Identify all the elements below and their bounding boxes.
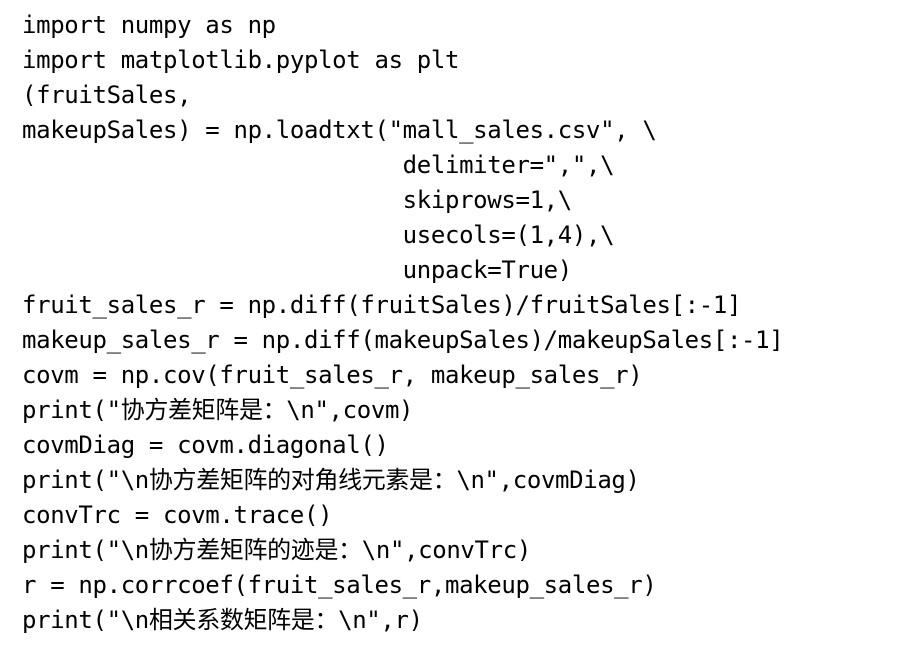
- code-line-12: print("协方差矩阵是：\n",covm): [22, 396, 414, 424]
- code-line-16: print("\n协方差矩阵的迹是：\n",convTrc): [22, 536, 531, 564]
- code-line-5: delimiter=",",\: [22, 151, 615, 179]
- code-block: import numpy as np import matplotlib.pyp…: [0, 0, 915, 658]
- code-line-15: convTrc = covm.trace(): [22, 501, 333, 529]
- code-line-9: fruit_sales_r = np.diff(fruitSales)/frui…: [22, 291, 742, 319]
- code-line-1: import numpy as np: [22, 11, 276, 39]
- code-line-4: makeupSales) = np.loadtxt("mall_sales.cs…: [22, 116, 657, 144]
- code-line-13: covmDiag = covm.diagonal(): [22, 431, 389, 459]
- code-line-3: (fruitSales,: [22, 81, 192, 109]
- code-line-2: import matplotlib.pyplot as plt: [22, 46, 460, 74]
- code-line-14: print("\n协方差矩阵的对角线元素是：\n",covmDiag): [22, 466, 640, 494]
- code-line-17: r = np.corrcoef(fruit_sales_r,makeup_sal…: [22, 571, 657, 599]
- code-line-11: covm = np.cov(fruit_sales_r, makeup_sale…: [22, 361, 643, 389]
- code-line-8: unpack=True): [22, 256, 573, 284]
- code-line-10: makeup_sales_r = np.diff(makeupSales)/ma…: [22, 326, 784, 354]
- code-line-7: usecols=(1,4),\: [22, 221, 615, 249]
- code-line-6: skiprows=1,\: [22, 186, 573, 214]
- code-line-18: print("\n相关系数矩阵是：\n",r): [22, 606, 423, 634]
